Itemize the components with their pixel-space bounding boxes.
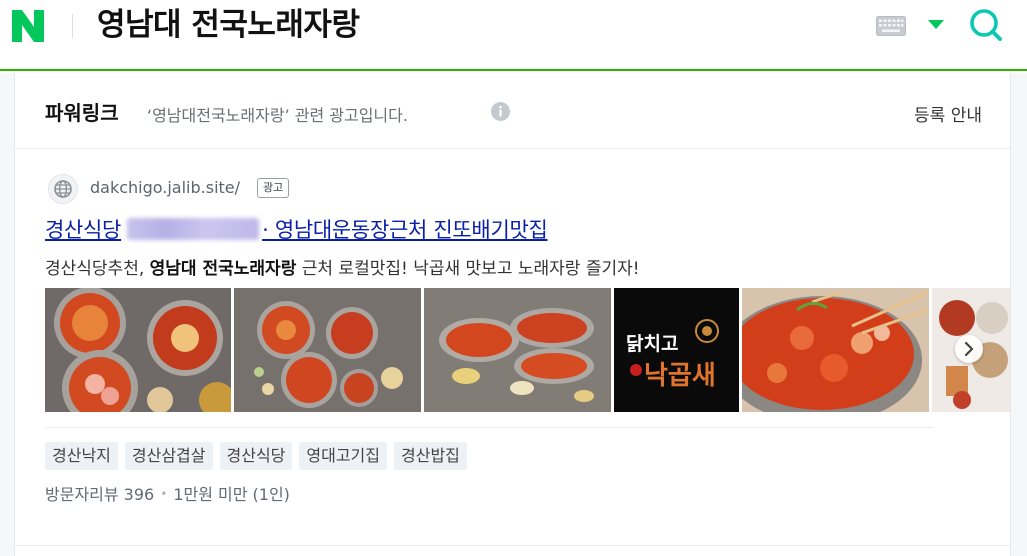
- keyword-tag[interactable]: 경산낙지: [45, 442, 118, 470]
- ad-separator: [45, 427, 933, 428]
- meta-separator: •: [160, 487, 168, 501]
- ad-description: 경산식당추천, 영남대 전국노래자랑 근처 로컬맛집! 낙곱새 맛보고 노래자랑…: [45, 254, 640, 279]
- globe-icon: [48, 174, 78, 204]
- search-header: 영남대 전국노래자랑: [0, 0, 1027, 71]
- powerlink-panel: 파워링크 ‘영남대전국노래자랑’ 관련 광고입니다. 등록 안내 dakchig…: [14, 73, 1011, 556]
- keyword-tag[interactable]: 경산식당: [219, 442, 293, 470]
- ad-desc-keyword: 영남대 전국노래자랑: [149, 259, 297, 279]
- powerlink-title: 파워링크: [45, 101, 119, 125]
- ad-title-prefix: 경산식당: [45, 218, 122, 242]
- ad-title-suffix: · 영남대운동장근처 진또배기맛집: [262, 218, 548, 242]
- redacted-text: [127, 218, 260, 240]
- naver-logo-icon[interactable]: [10, 8, 46, 44]
- register-info-link[interactable]: 등록 안내: [914, 101, 982, 126]
- ad-meta: 방문자리뷰 396 • 1만원 미만 (1인): [45, 481, 290, 505]
- powerlink-description: ‘영남대전국노래자랑’ 관련 광고입니다.: [147, 106, 408, 125]
- food-image-5[interactable]: [742, 288, 929, 412]
- ad-image-strip: 닭치고 낙곱새: [45, 288, 1010, 412]
- ad-badge: 광고: [257, 178, 290, 198]
- keyword-tags: 경산낙지 경산삼겹살 경산식당 영대고기집 경산밥집: [45, 442, 474, 470]
- food-image-3[interactable]: [424, 288, 611, 412]
- brand-name-line1: 닭치고: [626, 333, 678, 355]
- brand-name-line2: 낙곱새: [644, 361, 716, 391]
- ad-title-link[interactable]: 경산식당 · 영남대운동장근처 진또배기맛집: [45, 214, 548, 244]
- powerlink-header: 파워링크 ‘영남대전국노래자랑’ 관련 광고입니다. 등록 안내: [15, 73, 1010, 149]
- panel-bottom-divider: [15, 545, 1010, 546]
- review-count[interactable]: 방문자리뷰 396: [45, 485, 154, 504]
- search-query[interactable]: 영남대 전국노래자랑: [97, 3, 360, 47]
- header-divider: [72, 14, 73, 38]
- food-image-1[interactable]: [45, 288, 231, 412]
- keyword-tag[interactable]: 경산삼겹살: [124, 442, 213, 470]
- ad-desc-after: 근처 로컬맛집! 낙곱새 맛보고 노래자랑 즐기자!: [296, 259, 640, 279]
- price-range: 1만원 미만 (1인): [173, 485, 290, 504]
- search-icon[interactable]: [967, 6, 1005, 44]
- triangle-down-icon[interactable]: [928, 20, 944, 30]
- chevron-right-icon[interactable]: [955, 335, 983, 363]
- food-image-2[interactable]: [234, 288, 421, 412]
- ad-desc-before: 경산식당추천,: [45, 259, 150, 279]
- keyword-tag[interactable]: 경산밥집: [394, 442, 467, 470]
- keyboard-icon[interactable]: [876, 16, 906, 36]
- ad-site-url[interactable]: dakchigo.jalib.site/: [90, 178, 240, 197]
- brand-logo-image[interactable]: 닭치고 낙곱새: [614, 288, 739, 412]
- info-icon[interactable]: [491, 102, 510, 121]
- keyword-tag[interactable]: 영대고기집: [299, 442, 387, 470]
